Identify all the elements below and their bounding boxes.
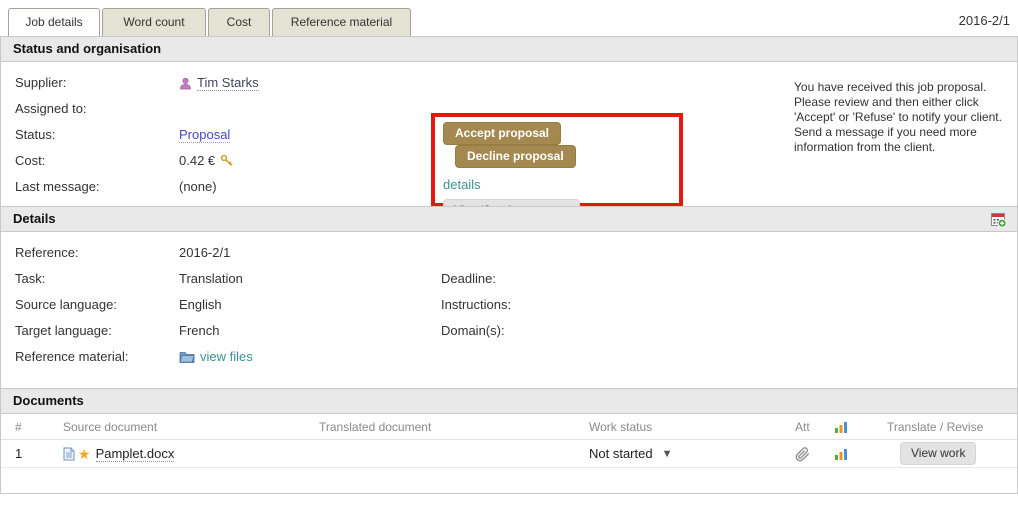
- col-header-number: #: [1, 420, 49, 434]
- target-language-value: French: [179, 323, 219, 338]
- proposal-actions-highlight: Accept proposal Decline proposal details…: [431, 113, 683, 207]
- tab-word-count[interactable]: Word count: [102, 8, 206, 36]
- col-header-source-document: Source document: [49, 420, 305, 434]
- decline-proposal-button[interactable]: Decline proposal: [455, 145, 576, 168]
- calendar-add-icon[interactable]: [990, 211, 1007, 228]
- document-row: 1 Pamplet.docx Not started: [1, 440, 1017, 468]
- reference-material-label: Reference material:: [15, 349, 165, 364]
- section-title: Documents: [13, 393, 84, 408]
- translate-revise-cell: View work: [873, 442, 1017, 465]
- bar-chart-icon[interactable]: [834, 448, 848, 461]
- domains-label: Domain(s):: [441, 323, 505, 338]
- document-icon: [63, 447, 75, 461]
- attachment-cell: [781, 445, 821, 461]
- task-label: Task:: [15, 271, 165, 286]
- deadline-label: Deadline:: [441, 271, 496, 286]
- status-label: Status:: [15, 127, 165, 142]
- col-header-progress: [821, 419, 873, 433]
- bar-chart-icon[interactable]: [834, 421, 848, 434]
- details-section-body: Reference: 2016-2/1 Task: Translation So…: [1, 232, 1017, 388]
- star-icon: [78, 447, 91, 461]
- work-status-value[interactable]: Not started: [589, 446, 653, 461]
- section-header-details: Details: [1, 206, 1017, 232]
- paperclip-icon[interactable]: [795, 447, 810, 462]
- col-header-attachments: Att: [781, 420, 821, 434]
- source-document-link[interactable]: Pamplet.docx: [96, 446, 175, 462]
- view-files-link[interactable]: view files: [200, 349, 253, 364]
- instructions-label: Instructions:: [441, 297, 511, 312]
- last-message-value: (none): [179, 179, 217, 194]
- cost-amount: 0.42 €: [179, 153, 215, 168]
- proposal-notice-text: You have received this job proposal. Ple…: [794, 80, 1016, 155]
- proposal-buttons-row: Accept proposal Decline proposal: [443, 122, 671, 168]
- source-document-cell: Pamplet.docx: [49, 446, 305, 462]
- source-language-value: English: [179, 297, 222, 312]
- reference-value: 2016-2/1: [179, 245, 230, 260]
- document-number: 1: [1, 446, 49, 461]
- details-link[interactable]: details: [443, 177, 481, 192]
- tab-job-details[interactable]: Job details: [8, 8, 100, 36]
- person-icon: [179, 77, 192, 90]
- job-details-page: Job details Word count Cost Reference ma…: [0, 0, 1018, 505]
- key-icon[interactable]: [220, 154, 233, 167]
- status-value: Proposal: [179, 127, 230, 143]
- task-value: Translation: [179, 271, 243, 286]
- content-frame: Status and organisation Supplier: Tim St…: [0, 36, 1018, 494]
- supplier-value: Tim Starks: [179, 75, 259, 91]
- tab-reference-material[interactable]: Reference material: [272, 8, 411, 36]
- tab-bar: Job details Word count Cost Reference ma…: [0, 0, 1018, 36]
- col-header-work-status: Work status: [575, 420, 781, 434]
- view-work-button[interactable]: View work: [900, 442, 976, 465]
- reference-label: Reference:: [15, 245, 165, 260]
- source-language-label: Source language:: [15, 297, 165, 312]
- cost-label: Cost:: [15, 153, 165, 168]
- progress-cell: [821, 446, 873, 461]
- tab-cost[interactable]: Cost: [208, 8, 270, 36]
- folder-icon: [179, 350, 195, 363]
- chevron-down-icon[interactable]: [662, 448, 673, 460]
- section-title: Details: [13, 211, 56, 226]
- status-link[interactable]: Proposal: [179, 127, 230, 143]
- work-status-cell: Not started: [575, 446, 781, 461]
- reference-material-value: view files: [179, 349, 253, 364]
- target-language-label: Target language:: [15, 323, 165, 338]
- tabs: Job details Word count Cost Reference ma…: [8, 8, 413, 36]
- col-header-translate-revise: Translate / Revise: [873, 420, 1017, 434]
- last-message-label: Last message:: [15, 179, 165, 194]
- assigned-to-label: Assigned to:: [15, 101, 165, 116]
- supplier-label: Supplier:: [15, 75, 165, 90]
- documents-table-header: # Source document Translated document Wo…: [1, 414, 1017, 440]
- supplier-link[interactable]: Tim Starks: [197, 75, 259, 91]
- status-section-body: Supplier: Tim Starks Assigned to: Status…: [1, 62, 1017, 206]
- section-title: Status and organisation: [13, 41, 161, 56]
- job-reference-number: 2016-2/1: [959, 13, 1010, 28]
- accept-proposal-button[interactable]: Accept proposal: [443, 122, 561, 145]
- section-header-documents: Documents: [1, 388, 1017, 414]
- col-header-translated-document: Translated document: [305, 420, 575, 434]
- section-header-status: Status and organisation: [1, 36, 1017, 62]
- cost-value: 0.42 €: [179, 153, 233, 168]
